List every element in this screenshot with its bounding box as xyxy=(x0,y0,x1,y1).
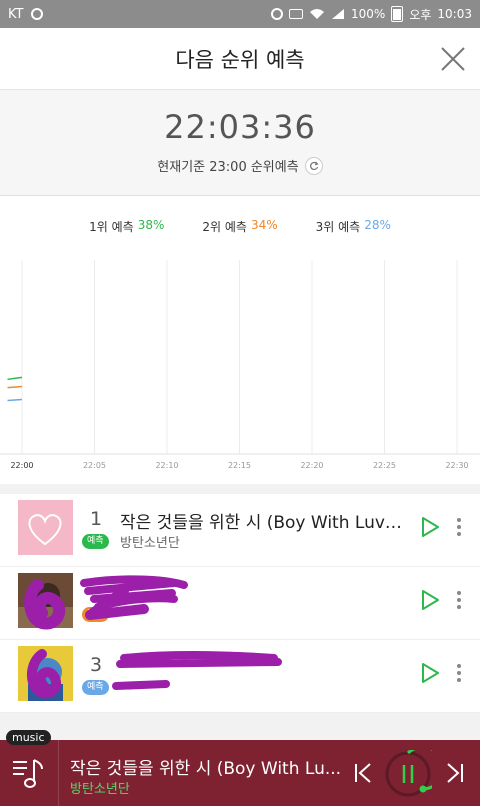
chart-plot: 22:00 22:05 22:10 22:15 22:20 22:25 22:30 xyxy=(0,260,480,470)
playlist-music-icon[interactable] xyxy=(10,754,48,792)
x-tick-label: 22:20 xyxy=(300,461,323,470)
time-prefix: 오후 xyxy=(409,7,432,22)
series-line-3 xyxy=(7,398,23,402)
prediction-badge: 예측 xyxy=(82,680,109,695)
prediction-basis: 현재기준 23:00 순위예측 xyxy=(0,156,480,175)
basis-label: 현재기준 23:00 순위예측 xyxy=(157,160,299,175)
notification-icon xyxy=(31,8,44,20)
carrier-label: KT xyxy=(8,6,24,22)
current-time: 22:03:36 xyxy=(164,108,316,146)
close-button[interactable] xyxy=(440,46,466,72)
player-divider xyxy=(58,740,59,806)
alarm-icon xyxy=(271,8,283,20)
album-art xyxy=(18,500,73,555)
prediction-badge: 예측 xyxy=(82,534,109,549)
now-playing-artist: 방탄소년단 xyxy=(70,782,130,797)
time-panel: 22:03:36 현재기준 23:00 순위예측 xyxy=(0,90,480,196)
series-line-2 xyxy=(7,385,23,389)
x-tick-label: 22:10 xyxy=(155,461,178,470)
status-bar: KT 100% 오후 10:03 xyxy=(0,0,480,28)
song-title: 작은 것들을 위한 시 (Boy With Luv) f... xyxy=(120,513,405,533)
battery-icon xyxy=(391,6,404,22)
series-line-1 xyxy=(7,376,23,381)
play-button[interactable] xyxy=(420,516,440,538)
rank-number: 1 xyxy=(90,508,103,530)
wifi-icon xyxy=(310,9,324,19)
pause-button[interactable] xyxy=(384,750,432,798)
album-art xyxy=(18,646,73,701)
artist-name: 방탄소년단 xyxy=(120,536,180,551)
x-tick-label: 22:15 xyxy=(228,461,251,470)
x-tick-label: 22:25 xyxy=(373,461,396,470)
more-options-icon[interactable] xyxy=(452,589,466,611)
refresh-button[interactable] xyxy=(304,156,323,175)
x-tick-label: 22:00 xyxy=(10,461,33,470)
more-options-icon[interactable] xyxy=(452,662,466,684)
list-item[interactable]: 3 예측 xyxy=(0,640,480,713)
mini-player[interactable]: music 작은 것들을 위한 시 (Boy With Lu... 방탄소년단 xyxy=(0,730,480,806)
status-time: 10:03 xyxy=(437,7,472,21)
album-art xyxy=(18,573,73,628)
next-button[interactable] xyxy=(444,760,466,786)
prediction-badge: 예측 xyxy=(82,607,109,622)
signal-icon xyxy=(332,9,344,19)
more-options-icon[interactable] xyxy=(452,516,466,538)
list-item[interactable]: 예측 xyxy=(0,567,480,640)
rank-list: 1 작은 것들을 위한 시 (Boy With Luv) f... 예측 방탄소… xyxy=(0,494,480,713)
list-item[interactable]: 1 작은 것들을 위한 시 (Boy With Luv) f... 예측 방탄소… xyxy=(0,494,480,567)
header: 다음 순위 예측 xyxy=(0,28,480,90)
page-title: 다음 순위 예측 xyxy=(175,48,305,72)
refresh-icon xyxy=(309,161,319,170)
play-button[interactable] xyxy=(420,589,440,611)
battery-percent: 100% xyxy=(351,7,386,21)
play-button[interactable] xyxy=(420,662,440,684)
prediction-chart: 1위 예측 38% 2위 예측 34% 3위 예측 28% 22:00 22:05… xyxy=(0,196,480,484)
previous-button[interactable] xyxy=(352,760,374,786)
now-playing-title: 작은 것들을 위한 시 (Boy With Lu... xyxy=(70,759,342,779)
x-tick-label: 22:30 xyxy=(445,461,468,470)
music-tag: music xyxy=(6,730,51,745)
rank-number: 3 xyxy=(90,654,103,676)
hd-icon xyxy=(289,9,303,19)
x-tick-label: 22:05 xyxy=(83,461,106,470)
